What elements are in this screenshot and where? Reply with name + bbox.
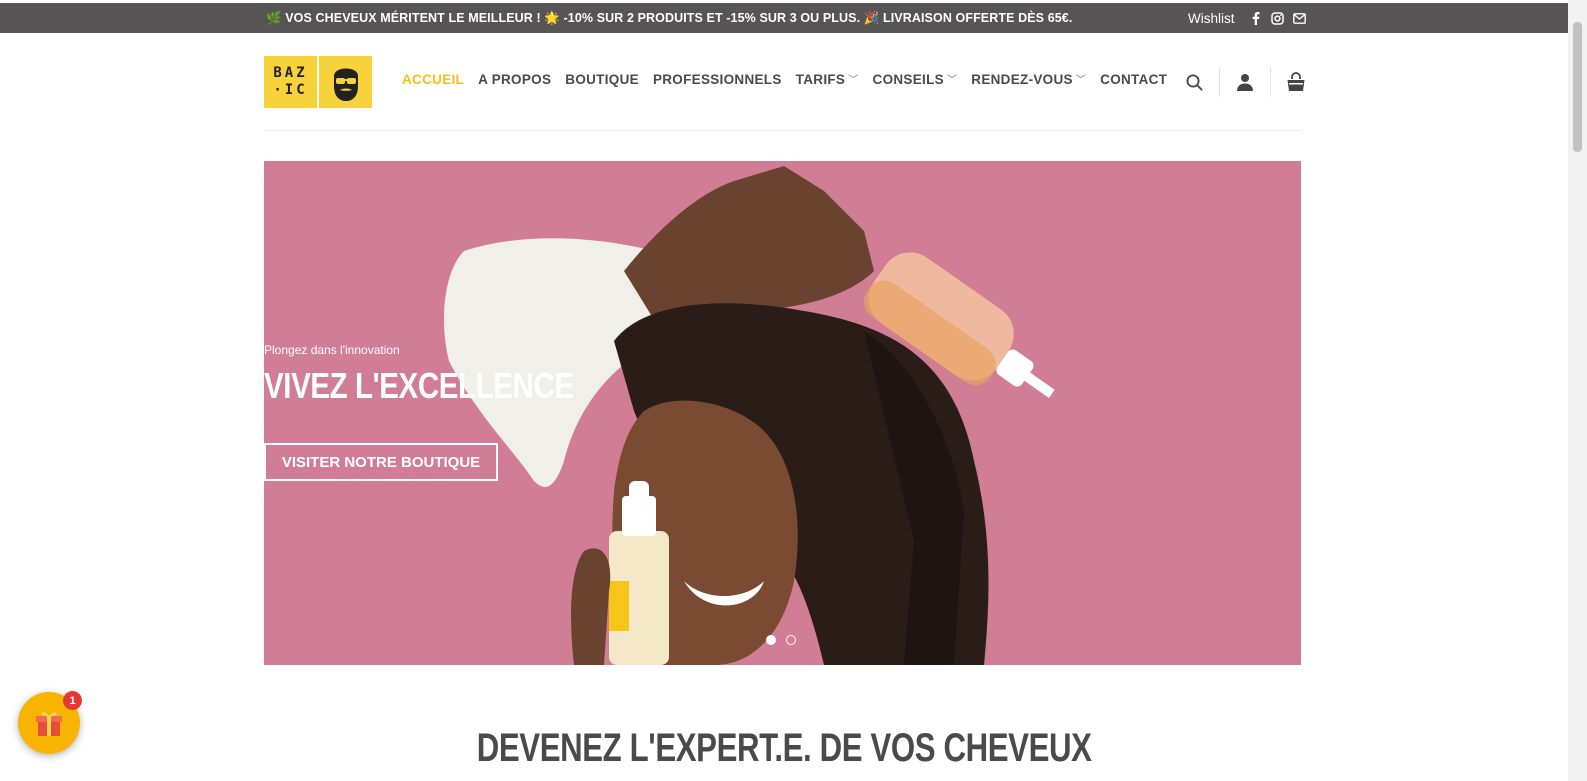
main-nav: ACCUEIL A PROPOS BOUTIQUE PROFESSIONNELS… bbox=[402, 72, 1167, 87]
nav-label: RENDEZ-VOUS bbox=[971, 72, 1073, 87]
nav-item-tarifs[interactable]: TARIFS ﹀ bbox=[796, 72, 859, 87]
site-logo[interactable]: BAZ ·IC bbox=[264, 56, 373, 108]
section-heading: DEVENEZ L'EXPERT.E. DE VOS CHEVEUX bbox=[0, 726, 1568, 771]
logo-line-1: BAZ bbox=[273, 65, 308, 81]
page-scrollbar[interactable] bbox=[1568, 0, 1587, 781]
header-icons bbox=[1184, 66, 1306, 98]
hero-title: VIVEZ L'EXCELLENCE bbox=[264, 365, 574, 406]
topbar-right: Wishlist bbox=[1188, 3, 1307, 33]
visit-shop-button[interactable]: VISITER NOTRE BOUTIQUE bbox=[264, 443, 498, 481]
nav-item-professionnels[interactable]: PROFESSIONNELS bbox=[653, 72, 782, 87]
wishlist-link[interactable]: Wishlist bbox=[1188, 11, 1235, 26]
nav-item-a-propos[interactable]: A PROPOS bbox=[478, 72, 551, 87]
cart-icon[interactable] bbox=[1286, 72, 1306, 92]
top-bar: 🌿 VOS CHEVEUX MÉRITENT LE MEILLEUR ! 🌟 -… bbox=[0, 3, 1568, 33]
nav-label: CONSEILS bbox=[872, 72, 944, 87]
notification-badge: 1 bbox=[63, 691, 82, 710]
gift-icon bbox=[36, 712, 62, 736]
mail-icon[interactable] bbox=[1293, 11, 1307, 25]
nav-label: BOUTIQUE bbox=[565, 72, 639, 87]
nav-item-rendez-vous[interactable]: RENDEZ-VOUS ﹀ bbox=[971, 72, 1086, 87]
logo-face-icon bbox=[319, 56, 372, 108]
instagram-icon[interactable] bbox=[1271, 11, 1285, 25]
slide-dot-1[interactable] bbox=[766, 635, 776, 645]
promo-text: 🌿 VOS CHEVEUX MÉRITENT LE MEILLEUR ! 🌟 -… bbox=[266, 11, 1073, 25]
chevron-down-icon: ﹀ bbox=[848, 75, 859, 86]
hero-image bbox=[264, 161, 1301, 665]
logo-line-2: ·IC bbox=[273, 82, 308, 98]
nav-label: A PROPOS bbox=[478, 72, 552, 87]
nav-label: ACCUEIL bbox=[402, 72, 465, 87]
search-icon[interactable] bbox=[1184, 72, 1204, 92]
nav-item-conseils[interactable]: CONSEILS ﹀ bbox=[873, 72, 958, 87]
slider-dots bbox=[766, 635, 796, 645]
hero-slider[interactable]: Plongez dans l'innovation VIVEZ L'EXCELL… bbox=[264, 161, 1301, 665]
divider bbox=[1219, 67, 1220, 97]
slide-dot-2[interactable] bbox=[786, 635, 796, 645]
chevron-down-icon: ﹀ bbox=[1075, 75, 1087, 86]
section-heading-text: DEVENEZ L'EXPERT.E. DE VOS CHEVEUX bbox=[476, 726, 1092, 770]
divider bbox=[1270, 67, 1271, 97]
nav-label: CONTACT bbox=[1100, 72, 1168, 87]
nav-item-boutique[interactable]: BOUTIQUE bbox=[565, 72, 639, 87]
account-icon[interactable] bbox=[1235, 72, 1255, 92]
nav-label: PROFESSIONNELS bbox=[652, 72, 782, 87]
nav-item-contact[interactable]: CONTACT bbox=[1100, 72, 1167, 87]
logo-text: BAZ ·IC bbox=[273, 65, 307, 99]
header-divider bbox=[264, 130, 1301, 131]
hero-subtitle: Plongez dans l'innovation bbox=[264, 343, 400, 357]
logo-text-box: BAZ ·IC bbox=[264, 56, 317, 108]
scrollbar-thumb[interactable] bbox=[1573, 22, 1582, 152]
nav-label: TARIFS bbox=[795, 72, 846, 87]
facebook-icon[interactable] bbox=[1249, 11, 1263, 25]
nav-item-accueil[interactable]: ACCUEIL bbox=[402, 72, 464, 87]
chevron-down-icon: ﹀ bbox=[946, 75, 958, 86]
